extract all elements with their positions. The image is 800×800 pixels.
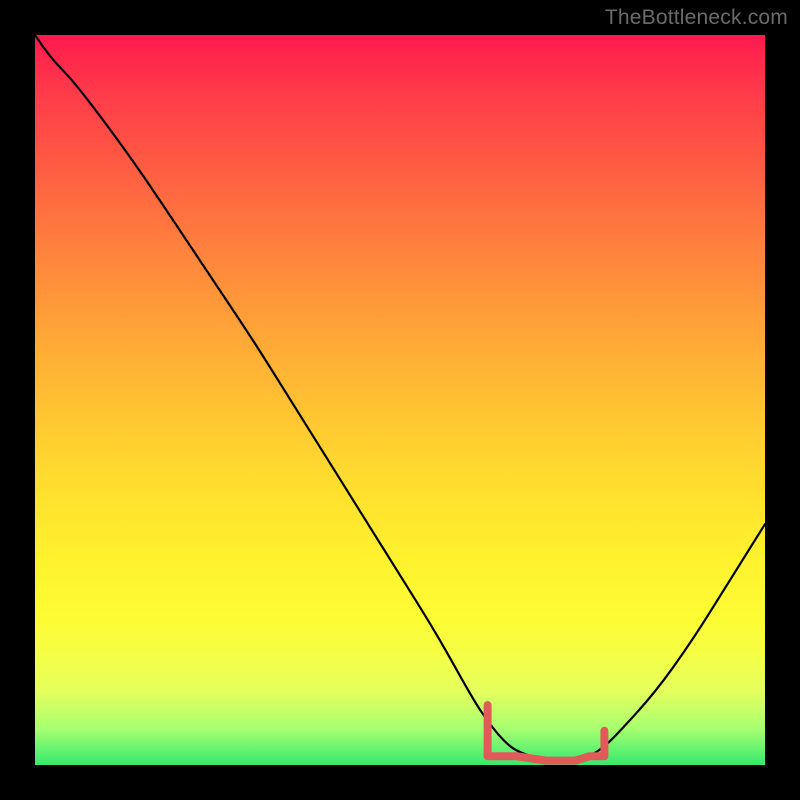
plot-area <box>35 35 765 765</box>
attribution-text: TheBottleneck.com <box>605 6 788 30</box>
bottleneck-curve-line <box>35 35 765 761</box>
chart-frame: TheBottleneck.com <box>0 0 800 800</box>
ideal-band-marker <box>488 705 605 760</box>
curve-overlay <box>35 35 765 765</box>
